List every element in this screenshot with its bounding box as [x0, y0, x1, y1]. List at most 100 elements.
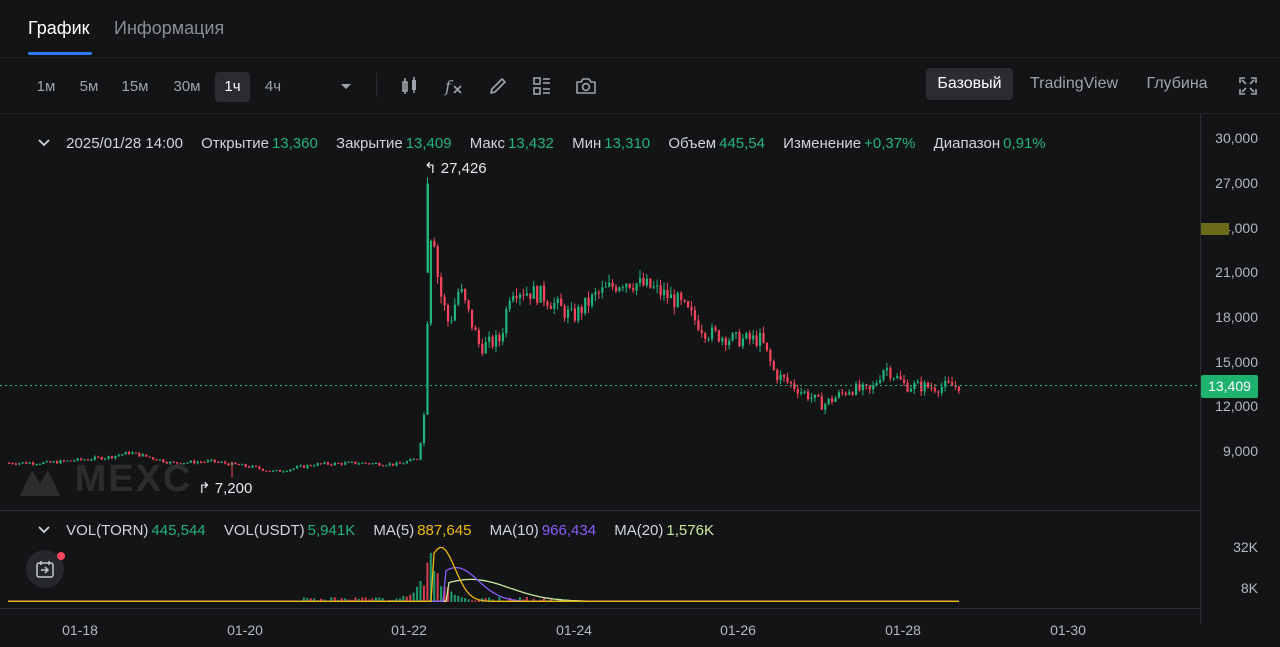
- volume-bar-up: [416, 586, 419, 602]
- candle-down: [714, 327, 717, 331]
- candle-down: [522, 294, 525, 296]
- candle-up: [879, 379, 882, 383]
- candle-down: [265, 470, 268, 472]
- candle-type-icon[interactable]: [398, 74, 422, 98]
- candle-up: [460, 289, 463, 292]
- candle-down: [927, 382, 930, 388]
- candle-up: [652, 286, 655, 288]
- candle-down: [474, 327, 477, 331]
- candle-down: [947, 380, 950, 383]
- candle-down: [433, 240, 436, 247]
- calendar-icon: [36, 561, 54, 578]
- time-tick: 01-30: [1050, 622, 1086, 638]
- candle-up: [758, 332, 762, 346]
- volume-bar-down: [436, 573, 439, 602]
- candle-down: [820, 396, 823, 410]
- candle-up: [206, 460, 210, 462]
- candle-up: [728, 340, 731, 346]
- candle-down: [227, 463, 230, 466]
- candle-down: [134, 452, 138, 454]
- alert-level-marker[interactable]: [1201, 223, 1229, 235]
- candle-down: [793, 383, 796, 389]
- candle-up: [422, 414, 426, 443]
- candle-down: [392, 463, 395, 466]
- time-tick: 01-24: [556, 622, 592, 638]
- fullscreen-icon[interactable]: [1236, 74, 1260, 98]
- view-basic-button[interactable]: Базовый: [926, 68, 1013, 100]
- candle-down: [673, 294, 676, 308]
- candle-down: [467, 300, 470, 310]
- candle-up: [645, 278, 649, 286]
- price-tick: 12,000: [1215, 398, 1258, 414]
- price-tick: 30,000: [1215, 130, 1258, 146]
- candle-up: [518, 294, 522, 299]
- ma20-label: MA(20): [614, 521, 664, 539]
- candle-down: [906, 382, 909, 392]
- tab-info[interactable]: Информация: [114, 18, 224, 39]
- view-tradingview-button[interactable]: TradingView: [1022, 68, 1126, 100]
- candle-up: [913, 383, 916, 389]
- candle-down: [542, 285, 546, 302]
- interval-15m-button[interactable]: 15м: [114, 72, 156, 102]
- ma20-line: [8, 578, 959, 602]
- collapse-chevron-icon[interactable]: [36, 522, 52, 538]
- pane-divider[interactable]: [0, 510, 1200, 511]
- interval-5m-button[interactable]: 5м: [72, 72, 106, 102]
- mexc-logo-icon: [20, 469, 60, 496]
- candle-up: [196, 461, 199, 464]
- drawing-pencil-icon[interactable]: [486, 74, 510, 98]
- ma10-value: 966,434: [541, 521, 597, 539]
- candle-down: [738, 332, 741, 347]
- tab-chart[interactable]: График: [28, 18, 90, 39]
- volume-legend: VOL(TORN) 445,544 VOL(USDT) 5,941K MA(5) 88…: [36, 521, 714, 541]
- layout-settings-icon[interactable]: [530, 74, 554, 98]
- candle-up: [556, 298, 559, 303]
- candle-up: [419, 442, 422, 460]
- candlestick-chart[interactable]: [0, 114, 1200, 510]
- candle-down: [611, 282, 614, 287]
- view-depth-button[interactable]: Глубина: [1138, 68, 1216, 100]
- indicators-icon[interactable]: f: [442, 74, 466, 98]
- screenshot-camera-icon[interactable]: [574, 74, 598, 98]
- candle-down: [398, 462, 402, 464]
- volume-bar-up: [457, 595, 460, 602]
- candle-up: [601, 287, 604, 293]
- interval-30m-button[interactable]: 30м: [166, 72, 208, 102]
- candle-up: [553, 302, 556, 309]
- candle-down: [244, 464, 247, 467]
- candle-up: [539, 285, 542, 303]
- candle-down: [213, 459, 216, 462]
- time-tick: 01-20: [227, 622, 263, 638]
- volume-bar-up: [460, 597, 463, 602]
- candle-down: [806, 391, 810, 400]
- interval-4h-button[interactable]: 4ч: [257, 72, 289, 102]
- interval-1m-button[interactable]: 1м: [30, 72, 62, 102]
- candle-up: [875, 382, 878, 386]
- volume-bar-down: [426, 562, 429, 602]
- candle-up: [405, 461, 408, 464]
- candle-down: [614, 286, 618, 292]
- price-tick: 21,000: [1215, 264, 1258, 280]
- chart-toolbar: 1м 5м 15м 30м 1ч 4ч f Базовый TradingVie…: [0, 62, 1280, 106]
- candle-down: [666, 289, 669, 299]
- candle-down: [261, 468, 264, 471]
- candle-down: [549, 305, 553, 309]
- candle-down: [683, 299, 686, 302]
- candle-down: [128, 452, 131, 455]
- candle-up: [909, 388, 913, 392]
- candle-down: [546, 301, 549, 306]
- candle-up: [656, 285, 659, 287]
- time-tick: 01-28: [885, 622, 921, 638]
- annotation-arrow-icon: ↰: [424, 160, 437, 177]
- candle-up: [296, 466, 299, 469]
- candle-down: [498, 334, 501, 342]
- candle-down: [755, 335, 758, 346]
- interval-1h-button[interactable]: 1ч: [215, 72, 250, 102]
- candle-up: [872, 385, 875, 390]
- collapse-chevron-icon[interactable]: [36, 135, 52, 151]
- candle-down: [560, 298, 563, 307]
- close-value: 13,409: [405, 134, 452, 152]
- low-annotation-value: 7,200: [214, 480, 253, 497]
- candle-up: [141, 454, 144, 457]
- interval-dropdown-icon[interactable]: [334, 74, 358, 98]
